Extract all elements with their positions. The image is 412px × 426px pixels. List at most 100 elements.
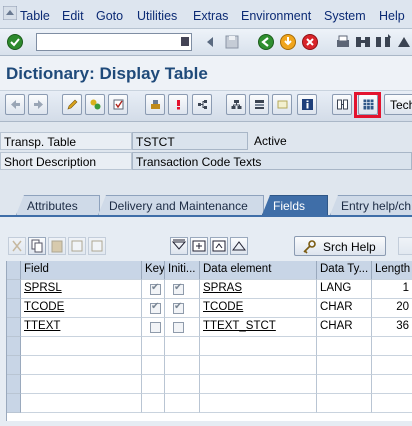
- indexes-button[interactable]: [249, 94, 269, 115]
- cancel-icon[interactable]: [301, 33, 319, 51]
- empty-row[interactable]: [7, 375, 412, 394]
- empty-row[interactable]: [7, 337, 412, 356]
- short-description-field[interactable]: Transaction Code Texts: [132, 152, 412, 170]
- sap-menu-icon[interactable]: [3, 6, 17, 20]
- page-title: Dictionary: Display Table: [6, 64, 208, 83]
- row-selector[interactable]: [7, 394, 21, 413]
- key-checkbox: [150, 301, 161, 314]
- table-row[interactable]: SPRSL SPRAS LANG 1: [7, 280, 412, 299]
- menu-goto[interactable]: Goto: [96, 9, 123, 23]
- print-icon[interactable]: [334, 33, 352, 51]
- col-data-type[interactable]: Data Ty...: [317, 261, 372, 280]
- delete-row-icon[interactable]: [88, 237, 106, 255]
- predefined-type-icon[interactable]: [398, 237, 412, 255]
- row-selector[interactable]: [7, 280, 21, 299]
- menu-table[interactable]: Table: [20, 9, 50, 23]
- copy-icon[interactable]: [28, 237, 46, 255]
- tab-attributes[interactable]: Attributes: [16, 195, 100, 215]
- hierarchy-icon: [198, 100, 207, 109]
- length-value: 1: [372, 280, 412, 299]
- check-button[interactable]: [108, 94, 128, 115]
- row-selector[interactable]: [7, 337, 21, 356]
- dictionary-view-icon: [337, 99, 348, 110]
- activate-button[interactable]: [145, 94, 165, 115]
- empty-row[interactable]: [7, 356, 412, 375]
- arrow-right-icon: [34, 100, 43, 109]
- info-button[interactable]: [297, 94, 317, 115]
- initial-checkbox: [173, 322, 184, 333]
- row-selector[interactable]: [7, 375, 21, 394]
- save-icon[interactable]: [223, 33, 241, 51]
- find-icon[interactable]: [354, 33, 372, 51]
- col-key[interactable]: Key: [142, 261, 165, 280]
- where-used-button[interactable]: [168, 94, 188, 115]
- menu-extras[interactable]: Extras: [193, 9, 228, 23]
- details-icon[interactable]: [230, 237, 248, 255]
- row-selector[interactable]: [7, 318, 21, 337]
- transp-table-label: Transp. Table: [0, 132, 132, 150]
- tab-fields[interactable]: Fields: [262, 195, 328, 215]
- table-row[interactable]: TTEXT TTEXT_STCT CHAR 36: [7, 318, 412, 337]
- data-element-link[interactable]: TCODE: [203, 301, 243, 313]
- tab-delivery-maintenance[interactable]: Delivery and Maintenance: [98, 195, 264, 215]
- row-selector[interactable]: [7, 299, 21, 318]
- menu-help[interactable]: Help: [379, 9, 405, 23]
- field-name[interactable]: SPRSL: [24, 282, 62, 294]
- previous-object-button[interactable]: [5, 94, 25, 115]
- technical-settings-text-button[interactable]: Tech: [384, 94, 412, 115]
- structure-icon: [231, 100, 242, 109]
- cut-icon[interactable]: [8, 237, 26, 255]
- table-row[interactable]: TCODE TCODE CHAR 20: [7, 299, 412, 318]
- insert-field-icon[interactable]: [190, 237, 208, 255]
- info-icon: [302, 99, 313, 110]
- previous-icon[interactable]: [201, 33, 219, 51]
- short-description-label: Short Description: [0, 152, 132, 170]
- technical-settings-button[interactable]: [226, 94, 246, 115]
- menu-edit[interactable]: Edit: [62, 9, 84, 23]
- col-field[interactable]: Field: [21, 261, 142, 280]
- field-name[interactable]: TTEXT: [24, 320, 60, 332]
- search-help-button[interactable]: Srch Help: [294, 236, 386, 256]
- data-element-link[interactable]: SPRAS: [203, 282, 242, 294]
- transp-table-field[interactable]: TSTCT: [132, 132, 248, 150]
- find-next-icon[interactable]: [374, 33, 392, 51]
- filter-icon[interactable]: [170, 237, 188, 255]
- col-length[interactable]: Length: [372, 261, 412, 280]
- back-icon[interactable]: [257, 33, 275, 51]
- data-type-value: CHAR: [317, 299, 372, 318]
- field-name[interactable]: TCODE: [24, 301, 64, 313]
- other-object-button[interactable]: [85, 94, 105, 115]
- first-page-icon[interactable]: [395, 33, 412, 51]
- status-text: Active: [254, 134, 287, 148]
- object-list-button[interactable]: [192, 94, 212, 115]
- key-icon: [303, 240, 316, 254]
- sort-icon[interactable]: [210, 237, 228, 255]
- paste-icon[interactable]: [48, 237, 66, 255]
- append-structure-button[interactable]: [272, 94, 292, 115]
- display-change-button[interactable]: [62, 94, 82, 115]
- command-history-icon[interactable]: [181, 37, 189, 46]
- standard-toolbar: [0, 29, 412, 56]
- col-initial[interactable]: Initi...: [165, 261, 200, 280]
- exit-icon[interactable]: [279, 33, 297, 51]
- empty-row[interactable]: [7, 394, 412, 413]
- next-object-button[interactable]: [28, 94, 48, 115]
- tab-entry-help[interactable]: Entry help/ch: [330, 195, 412, 215]
- command-field[interactable]: [36, 33, 192, 51]
- menu-utilities[interactable]: Utilities: [137, 9, 177, 23]
- menu-system[interactable]: System: [324, 9, 366, 23]
- enter-icon[interactable]: [6, 33, 24, 51]
- insert-row-icon[interactable]: [68, 237, 86, 255]
- row-selector[interactable]: [7, 356, 21, 375]
- append-structure-icon: [277, 100, 288, 109]
- dictionary-view-button[interactable]: [332, 94, 352, 115]
- menu-environment[interactable]: Environment: [241, 9, 311, 23]
- col-data-element[interactable]: Data element: [200, 261, 317, 280]
- data-element-link[interactable]: TTEXT_STCT: [203, 320, 276, 332]
- key-checkbox: [150, 282, 161, 295]
- select-all-cell[interactable]: [7, 261, 21, 280]
- table-toolbar: Srch Help: [0, 235, 412, 257]
- length-value: 36: [372, 318, 412, 337]
- command-input[interactable]: [37, 35, 177, 49]
- tab-strip: Attributes Delivery and Maintenance Fiel…: [0, 192, 412, 216]
